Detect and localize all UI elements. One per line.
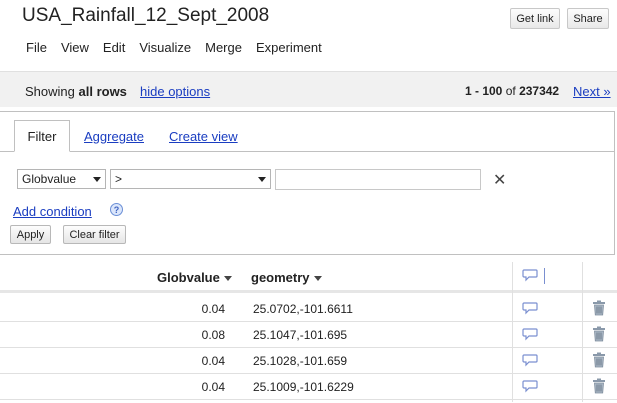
- menu-edit[interactable]: Edit: [103, 40, 125, 55]
- tab-aggregate[interactable]: Aggregate: [84, 129, 144, 144]
- showing-text: Showing all rows: [25, 84, 127, 99]
- help-icon[interactable]: ?: [110, 203, 123, 216]
- cell-geometry: 25.1028,-101.659: [253, 354, 348, 368]
- header-divider: [544, 268, 545, 284]
- menu-view[interactable]: View: [61, 40, 89, 55]
- table-row: 0.04 25.1009,-101.6229: [0, 374, 617, 400]
- trash-icon[interactable]: [592, 352, 606, 371]
- table-row: 0.04 25.1028,-101.659: [0, 348, 617, 374]
- cell-globvalue: 0.04: [201, 302, 225, 316]
- row-range-total: 237342: [519, 84, 560, 98]
- column-header-geometry[interactable]: geometry: [251, 270, 322, 285]
- trash-icon[interactable]: [592, 378, 606, 397]
- comment-icon[interactable]: [522, 327, 538, 344]
- row-range-of: of: [505, 84, 516, 98]
- column-select-value: Globvalue: [22, 172, 77, 186]
- add-condition-link[interactable]: Add condition: [13, 204, 92, 219]
- get-link-button[interactable]: Get link: [510, 8, 560, 29]
- tab-divider: [0, 151, 614, 152]
- next-page-link[interactable]: Next »: [573, 84, 611, 99]
- cell-globvalue: 0.04: [201, 354, 225, 368]
- cell-globvalue: 0.04: [201, 380, 225, 394]
- comment-icon[interactable]: [522, 353, 538, 370]
- sort-arrow-icon: [313, 276, 322, 282]
- table-header: Globvalue geometry: [0, 262, 617, 293]
- column-header-globvalue[interactable]: Globvalue: [157, 270, 232, 285]
- apply-button[interactable]: Apply: [10, 225, 51, 244]
- column-select[interactable]: Globvalue: [17, 169, 106, 189]
- menu-file[interactable]: File: [26, 40, 47, 55]
- row-range: 1 - 100 of 237342: [465, 84, 559, 98]
- remove-condition-icon[interactable]: ✕: [493, 170, 506, 190]
- trash-icon[interactable]: [592, 326, 606, 345]
- cell-geometry: 25.1047,-101.695: [253, 328, 348, 342]
- column-header-label: geometry: [251, 270, 310, 285]
- trash-icon[interactable]: [592, 300, 606, 319]
- menu-visualize[interactable]: Visualize: [139, 40, 191, 55]
- operator-select-value: >: [115, 172, 123, 186]
- row-range-bold: 1 - 100: [465, 84, 503, 98]
- cell-geometry: 25.1009,-101.6229: [253, 380, 354, 394]
- tab-create-view[interactable]: Create view: [169, 129, 238, 144]
- table-row: 0.08 25.1047,-101.695: [0, 322, 617, 348]
- column-header-label: Globvalue: [157, 270, 220, 285]
- menu-merge[interactable]: Merge: [205, 40, 242, 55]
- chevron-down-icon: [93, 177, 101, 182]
- showing-rows: all rows: [78, 84, 127, 99]
- tab-filter[interactable]: Filter: [14, 120, 70, 152]
- showing-prefix: Showing: [25, 84, 75, 99]
- comment-icon[interactable]: [522, 301, 538, 318]
- comment-header-icon[interactable]: [522, 268, 538, 285]
- table-row: 0.04 25.0702,-101.6611: [0, 296, 617, 322]
- hide-options-link[interactable]: hide options: [140, 84, 210, 99]
- page-title: USA_Rainfall_12_Sept_2008: [22, 5, 270, 26]
- menu-bar: File View Edit Visualize Merge Experimen…: [26, 40, 336, 55]
- filter-panel: Filter Aggregate Create view Globvalue >…: [0, 111, 615, 255]
- options-bar: Showing all rows hide options 1 - 100 of…: [0, 71, 617, 107]
- comment-icon[interactable]: [522, 379, 538, 396]
- sort-arrow-icon: [223, 276, 232, 282]
- cell-globvalue: 0.08: [201, 328, 225, 342]
- share-button[interactable]: Share: [567, 8, 609, 29]
- chevron-down-icon: [258, 177, 266, 182]
- menu-experiment[interactable]: Experiment: [256, 40, 322, 55]
- clear-filter-button[interactable]: Clear filter: [63, 225, 126, 244]
- filter-value-input[interactable]: [275, 169, 481, 190]
- operator-select[interactable]: >: [110, 169, 271, 189]
- cell-geometry: 25.0702,-101.6611: [253, 302, 353, 316]
